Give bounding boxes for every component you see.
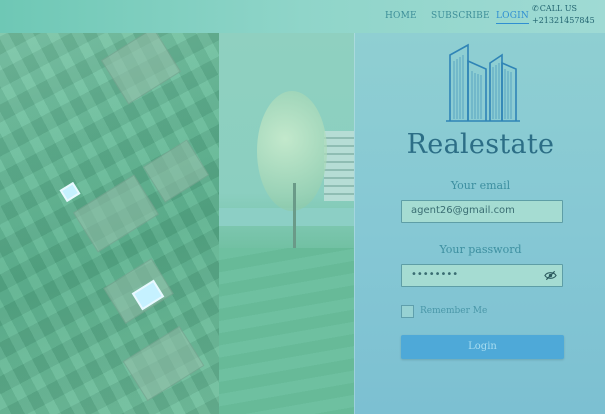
email-label: Your email [450, 179, 511, 192]
nav-home-link[interactable]: HOME [385, 11, 417, 21]
remember-me-checkbox[interactable] [401, 305, 414, 318]
call-us-label: CALL US [539, 4, 577, 13]
aerial-neighborhood-image [0, 0, 219, 414]
nav-login-link[interactable]: LOGIN [496, 11, 529, 24]
login-panel: Realestate Your email agent26@gmail.com … [354, 33, 605, 414]
remember-me-label: Remember Me [420, 306, 488, 316]
eye-slash-icon[interactable] [544, 270, 557, 281]
brand-name: Realestate [406, 129, 555, 160]
phone-icon: ✆ [532, 4, 539, 13]
city-buildings-logo-icon [446, 43, 520, 122]
login-button[interactable]: Login [401, 335, 564, 359]
nav-subscribe-link[interactable]: SUBSCRIBE [431, 11, 490, 21]
password-value: •••••••• [411, 269, 459, 280]
password-field[interactable]: •••••••• [401, 264, 563, 287]
call-us-block[interactable]: ✆CALL US +21321457845 [532, 3, 595, 27]
park-image [219, 33, 354, 414]
email-field[interactable]: agent26@gmail.com [401, 200, 563, 223]
top-navigation-bar: HOME SUBSCRIBE LOGIN ✆CALL US +213214578… [0, 0, 605, 33]
phone-number: +21321457845 [532, 16, 595, 25]
password-label: Your password [439, 243, 522, 256]
